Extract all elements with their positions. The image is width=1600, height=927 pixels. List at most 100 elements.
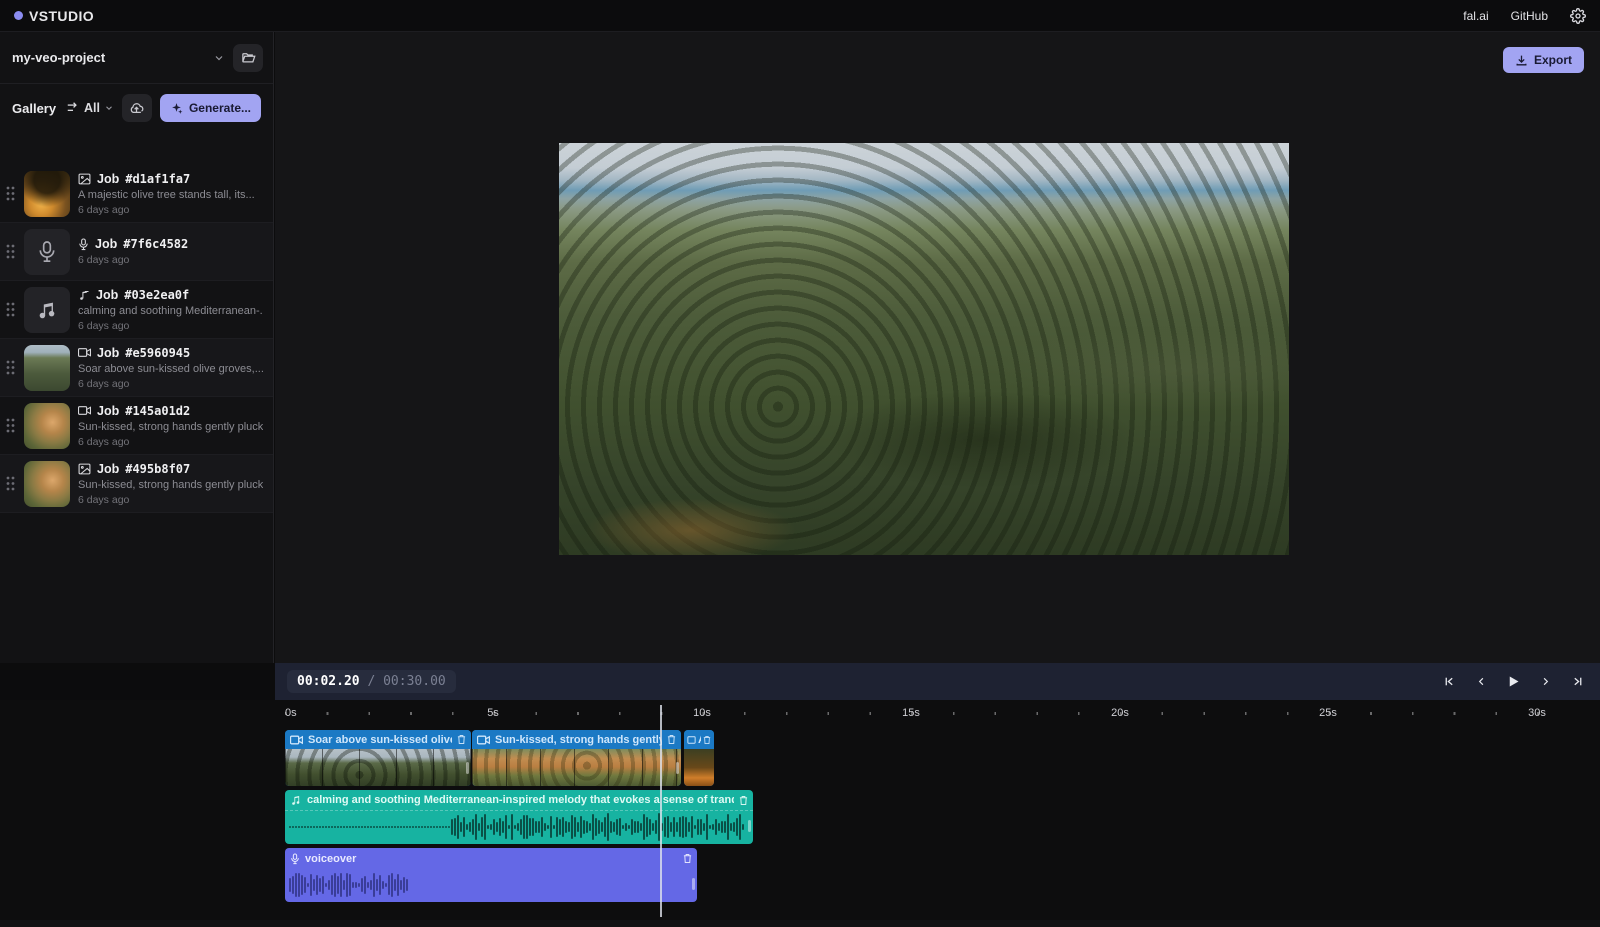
drag-handle-icon[interactable] xyxy=(6,244,16,259)
clip-label: Sun-kissed, strong hands gently plu xyxy=(495,734,662,746)
filter-icon xyxy=(66,102,80,114)
job-row-d1af1fa7[interactable]: Job #d1af1fa7 A majestic olive tree stan… xyxy=(0,165,273,223)
job-thumbnail xyxy=(24,287,70,333)
time-separator: / xyxy=(360,674,383,689)
delete-clip-button[interactable] xyxy=(739,795,748,806)
drag-handle-icon[interactable] xyxy=(6,302,16,317)
voiceover-clip[interactable]: voiceover xyxy=(285,848,697,902)
job-id: #e5960945 xyxy=(125,346,190,360)
timeline-control-bar: 00:02.20 / 00:30.00 xyxy=(275,663,1600,700)
drag-handle-icon[interactable] xyxy=(6,418,16,433)
step-forward-button[interactable] xyxy=(1534,671,1556,693)
link-fal-ai[interactable]: fal.ai xyxy=(1463,9,1488,23)
delete-clip-button[interactable] xyxy=(703,735,711,745)
job-id: #145a01d2 xyxy=(125,404,190,418)
job-thumbnail xyxy=(24,171,70,217)
job-label: Job xyxy=(97,172,119,186)
timeline-ruler[interactable]: 0s 5s 10s 15s 20s 25s 30s xyxy=(275,700,1600,726)
logo-dot-icon xyxy=(14,11,23,20)
image-icon xyxy=(78,173,91,185)
total-time: 00:30.00 xyxy=(383,674,446,689)
current-time: 00:02.20 xyxy=(297,674,360,689)
step-back-button[interactable] xyxy=(1470,671,1492,693)
clip-resize-handle[interactable] xyxy=(466,762,469,774)
microphone-icon xyxy=(290,853,300,865)
gallery-header: Gallery All Generate... xyxy=(0,84,273,132)
project-selector[interactable]: my-veo-project xyxy=(0,32,273,84)
sidebar: my-veo-project Gallery All xyxy=(0,32,274,663)
gallery-filter-dropdown[interactable]: All xyxy=(66,101,114,115)
job-description: A majestic olive tree stands tall, its..… xyxy=(78,189,263,201)
folder-open-icon xyxy=(241,50,256,65)
video-camera-icon xyxy=(290,735,303,745)
clip-label: Soar above sun-kissed olive xyxy=(308,734,452,746)
main-area: Export xyxy=(275,32,1600,663)
job-row-7f6c4582[interactable]: Job #7f6c4582 6 days ago xyxy=(0,223,273,281)
job-label: Job xyxy=(97,346,119,360)
clip-resize-handle[interactable] xyxy=(748,820,751,832)
export-button[interactable]: Export xyxy=(1503,47,1584,73)
job-row-495b8f07[interactable]: Job #495b8f07 Sun-kissed, strong hands g… xyxy=(0,455,273,513)
delete-clip-button[interactable] xyxy=(667,734,676,745)
trash-icon xyxy=(683,853,692,864)
music-clip[interactable]: calming and soothing Mediterranean-inspi… xyxy=(285,790,753,844)
clip-resize-handle[interactable] xyxy=(692,878,695,890)
job-timestamp: 6 days ago xyxy=(78,204,263,216)
music-note-icon xyxy=(290,794,302,806)
job-label: Job xyxy=(97,404,119,418)
gallery-job-list: Job #d1af1fa7 A majestic olive tree stan… xyxy=(0,165,273,513)
clip-label: A xyxy=(698,734,701,746)
job-description: calming and soothing Mediterranean-... xyxy=(78,305,263,317)
open-project-folder-button[interactable] xyxy=(233,44,263,72)
playhead[interactable] xyxy=(660,705,662,917)
video-clip-sun-kissed[interactable]: Sun-kissed, strong hands gently plu xyxy=(472,730,681,786)
generate-label: Generate... xyxy=(189,101,251,115)
video-preview[interactable] xyxy=(559,143,1289,555)
project-name: my-veo-project xyxy=(12,50,105,65)
drag-handle-icon[interactable] xyxy=(6,360,16,375)
transport-controls xyxy=(1438,671,1588,693)
trash-icon xyxy=(703,735,711,745)
generate-button[interactable]: Generate... xyxy=(160,94,261,122)
timeline: 0s 5s 10s 15s 20s 25s 30s Soar above sun… xyxy=(0,700,1600,927)
job-row-145a01d2[interactable]: Job #145a01d2 Sun-kissed, strong hands g… xyxy=(0,397,273,455)
job-row-03e2ea0f[interactable]: Job #03e2ea0f calming and soothing Medit… xyxy=(0,281,273,339)
time-display: 00:02.20 / 00:30.00 xyxy=(287,670,456,693)
settings-gear-icon[interactable] xyxy=(1570,8,1586,24)
job-timestamp: 6 days ago xyxy=(78,378,263,390)
top-bar: VSTUDIO fal.ai GitHub xyxy=(0,0,1600,32)
delete-clip-button[interactable] xyxy=(683,853,692,864)
drag-handle-icon[interactable] xyxy=(6,476,16,491)
bottom-strip xyxy=(0,920,1600,927)
gallery-filter-value: All xyxy=(84,101,100,115)
job-thumbnail xyxy=(24,461,70,507)
drag-handle-icon[interactable] xyxy=(6,186,16,201)
trash-icon xyxy=(739,795,748,806)
download-icon xyxy=(1515,54,1528,67)
job-row-e5960945[interactable]: Job #e5960945 Soar above sun-kissed oliv… xyxy=(0,339,273,397)
job-thumbnail xyxy=(24,229,70,275)
job-id: #7f6c4582 xyxy=(123,237,188,251)
clip-label: voiceover xyxy=(305,853,678,865)
image-icon xyxy=(78,463,91,475)
microphone-icon xyxy=(78,238,89,251)
link-github[interactable]: GitHub xyxy=(1511,9,1548,23)
skip-to-start-button[interactable] xyxy=(1438,671,1460,693)
job-description: Soar above sun-kissed olive groves,... xyxy=(78,363,263,375)
clip-resize-handle[interactable] xyxy=(676,762,679,774)
trash-icon xyxy=(457,734,466,745)
job-label: Job xyxy=(95,237,117,251)
job-id: #03e2ea0f xyxy=(124,288,189,302)
video-clip-soar[interactable]: Soar above sun-kissed olive xyxy=(285,730,471,786)
skip-to-end-button[interactable] xyxy=(1566,671,1588,693)
music-note-icon xyxy=(78,289,90,301)
music-waveform xyxy=(285,812,753,842)
play-button[interactable] xyxy=(1502,671,1524,693)
chevron-down-icon xyxy=(213,52,225,64)
export-label: Export xyxy=(1534,53,1572,67)
delete-clip-button[interactable] xyxy=(457,734,466,745)
upload-button[interactable] xyxy=(122,94,152,122)
app-logo: VSTUDIO xyxy=(14,8,94,24)
microphone-icon xyxy=(37,240,57,264)
image-clip-a[interactable]: A xyxy=(684,730,714,786)
